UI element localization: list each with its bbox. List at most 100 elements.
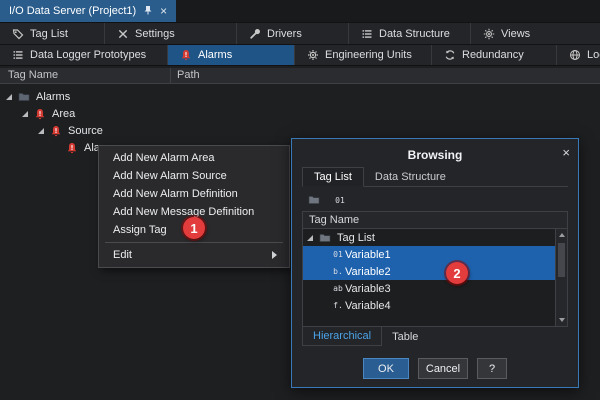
- step-badge-1: 1: [183, 217, 205, 239]
- tab-tag-list[interactable]: Tag List: [0, 23, 105, 44]
- list-row-variable[interactable]: f. Variable4: [303, 297, 555, 314]
- tab-label: Drivers: [267, 28, 302, 40]
- dialog-tabs: Tag List Data Structure: [302, 165, 568, 187]
- tab-views[interactable]: Views: [471, 23, 600, 44]
- dialog-tab-tag-list[interactable]: Tag List: [302, 167, 364, 187]
- tab-label: Data Logger Prototypes: [30, 49, 146, 61]
- expander-icon[interactable]: [6, 94, 12, 100]
- list-body: Tag List 01 Variable1 b. Variable2 ab Va…: [303, 229, 555, 326]
- close-icon[interactable]: ×: [160, 5, 167, 17]
- expander-icon[interactable]: [307, 235, 313, 241]
- vertical-scrollbar[interactable]: [555, 229, 567, 326]
- tab-label: Engineering Units: [325, 49, 412, 61]
- menu-item-label: Assign Tag: [113, 221, 167, 239]
- list-row-label: Variable2: [345, 266, 391, 278]
- tab-data-structure[interactable]: Data Structure: [349, 23, 471, 44]
- app-window: I/O Data Server (Project1) × Tag List Se…: [0, 0, 600, 400]
- scrollbar-thumb[interactable]: [558, 243, 565, 277]
- list-icon: [361, 28, 373, 40]
- gear-icon: [307, 49, 319, 61]
- tab-drivers[interactable]: Drivers: [237, 23, 349, 44]
- variable-type-icon: f.: [331, 301, 345, 310]
- menu-item-label: Edit: [113, 246, 132, 264]
- globe-icon: [569, 49, 581, 61]
- folder-icon: [18, 91, 30, 103]
- grid-header: Tag Name Path: [0, 68, 600, 84]
- list-row-tag-list-folder[interactable]: Tag List: [303, 229, 555, 246]
- ok-button[interactable]: OK: [363, 358, 409, 379]
- alarm-bell-icon: [34, 108, 46, 120]
- dialog-tab-data-structure[interactable]: Data Structure: [364, 168, 457, 186]
- column-header-path[interactable]: Path: [170, 68, 600, 83]
- list-row-label: Tag List: [337, 232, 375, 244]
- folder-icon[interactable]: [304, 192, 324, 209]
- folder-icon: [319, 232, 331, 244]
- cancel-button[interactable]: Cancel: [418, 358, 468, 379]
- tag-icon: [12, 28, 24, 40]
- view-tab-hierarchical[interactable]: Hierarchical: [302, 327, 382, 346]
- menu-item-label: Add New Message Definition: [113, 203, 254, 221]
- list-row-variable[interactable]: ab Variable3: [303, 280, 555, 297]
- tree-row-label: Source: [68, 125, 103, 137]
- browsing-dialog: Browsing × Tag List Data Structure 01 Ta…: [291, 138, 579, 388]
- view-tab-table[interactable]: Table: [382, 327, 428, 346]
- expander-icon[interactable]: [22, 111, 28, 117]
- tab-redundancy[interactable]: Redundancy: [432, 45, 557, 65]
- ribbon-row-1: Tag List Settings Drivers Data Structure…: [0, 22, 600, 44]
- variable-type-icon: ab: [331, 284, 345, 293]
- redundancy-arrows-icon: [444, 49, 456, 61]
- step-badge-2: 2: [446, 262, 468, 284]
- dialog-buttons: OK Cancel ?: [302, 358, 568, 379]
- pin-icon[interactable]: [143, 5, 153, 17]
- list-icon: [12, 49, 24, 61]
- tab-label: Redundancy: [462, 49, 524, 61]
- dialog-title: Browsing: [408, 148, 463, 162]
- tree-row[interactable]: Alarms: [0, 88, 600, 105]
- tab-localization[interactable]: Loca: [557, 45, 600, 65]
- alarm-bell-icon: [66, 142, 78, 154]
- alarm-bell-icon: [180, 49, 192, 61]
- eye-icon: [483, 28, 495, 40]
- tab-label: Views: [501, 28, 530, 40]
- tab-label: Loca: [587, 49, 600, 61]
- document-tab[interactable]: I/O Data Server (Project1) ×: [0, 0, 176, 22]
- scroll-down-icon[interactable]: [556, 314, 567, 326]
- tab-label: Settings: [135, 28, 175, 40]
- help-button[interactable]: ?: [477, 358, 507, 379]
- list-row-variable[interactable]: b. Variable2: [303, 263, 555, 280]
- menu-item-add-new-alarm-definition[interactable]: Add New Alarm Definition: [99, 185, 289, 203]
- list-row-variable[interactable]: 01 Variable1: [303, 246, 555, 263]
- menu-separator: [105, 242, 283, 243]
- window-title: I/O Data Server (Project1): [9, 5, 136, 17]
- tab-alarms[interactable]: Alarms: [168, 45, 295, 65]
- tree-row[interactable]: Area: [0, 105, 600, 122]
- tab-settings[interactable]: Settings: [105, 23, 237, 44]
- alarm-bell-icon: [50, 125, 62, 137]
- tag-type-icon[interactable]: 01: [330, 192, 350, 209]
- context-menu: Add New Alarm Area Add New Alarm Source …: [98, 145, 290, 268]
- tree-row-label: Area: [52, 108, 75, 120]
- menu-item-add-new-alarm-source[interactable]: Add New Alarm Source: [99, 167, 289, 185]
- tree-row[interactable]: Source: [0, 122, 600, 139]
- scroll-up-icon[interactable]: [556, 229, 567, 241]
- list-column-header[interactable]: Tag Name: [303, 212, 567, 229]
- tab-engineering-units[interactable]: Engineering Units: [295, 45, 432, 65]
- dialog-close-icon[interactable]: ×: [562, 145, 570, 160]
- menu-item-label: Add New Alarm Definition: [113, 185, 238, 203]
- tag-type-glyph: 01: [333, 196, 347, 205]
- variable-type-icon: b.: [331, 267, 345, 276]
- list-row-label: Variable1: [345, 249, 391, 261]
- dialog-titlebar[interactable]: Browsing ×: [302, 145, 568, 165]
- tools-icon: [117, 28, 129, 40]
- tab-data-logger-prototypes[interactable]: Data Logger Prototypes: [0, 45, 168, 65]
- menu-item-edit[interactable]: Edit: [99, 246, 289, 264]
- expander-icon[interactable]: [38, 128, 44, 134]
- column-header-tag-name[interactable]: Tag Name: [0, 68, 170, 83]
- menu-item-add-new-alarm-area[interactable]: Add New Alarm Area: [99, 149, 289, 167]
- tab-label: Tag List: [30, 28, 68, 40]
- list-row-label: Variable3: [345, 283, 391, 295]
- titlebar: I/O Data Server (Project1) ×: [0, 0, 600, 22]
- tag-browser-list: Tag Name Tag List 01 Variable1 b. Variab…: [302, 211, 568, 327]
- list-row-label: Variable4: [345, 300, 391, 312]
- tab-label: Alarms: [198, 49, 232, 61]
